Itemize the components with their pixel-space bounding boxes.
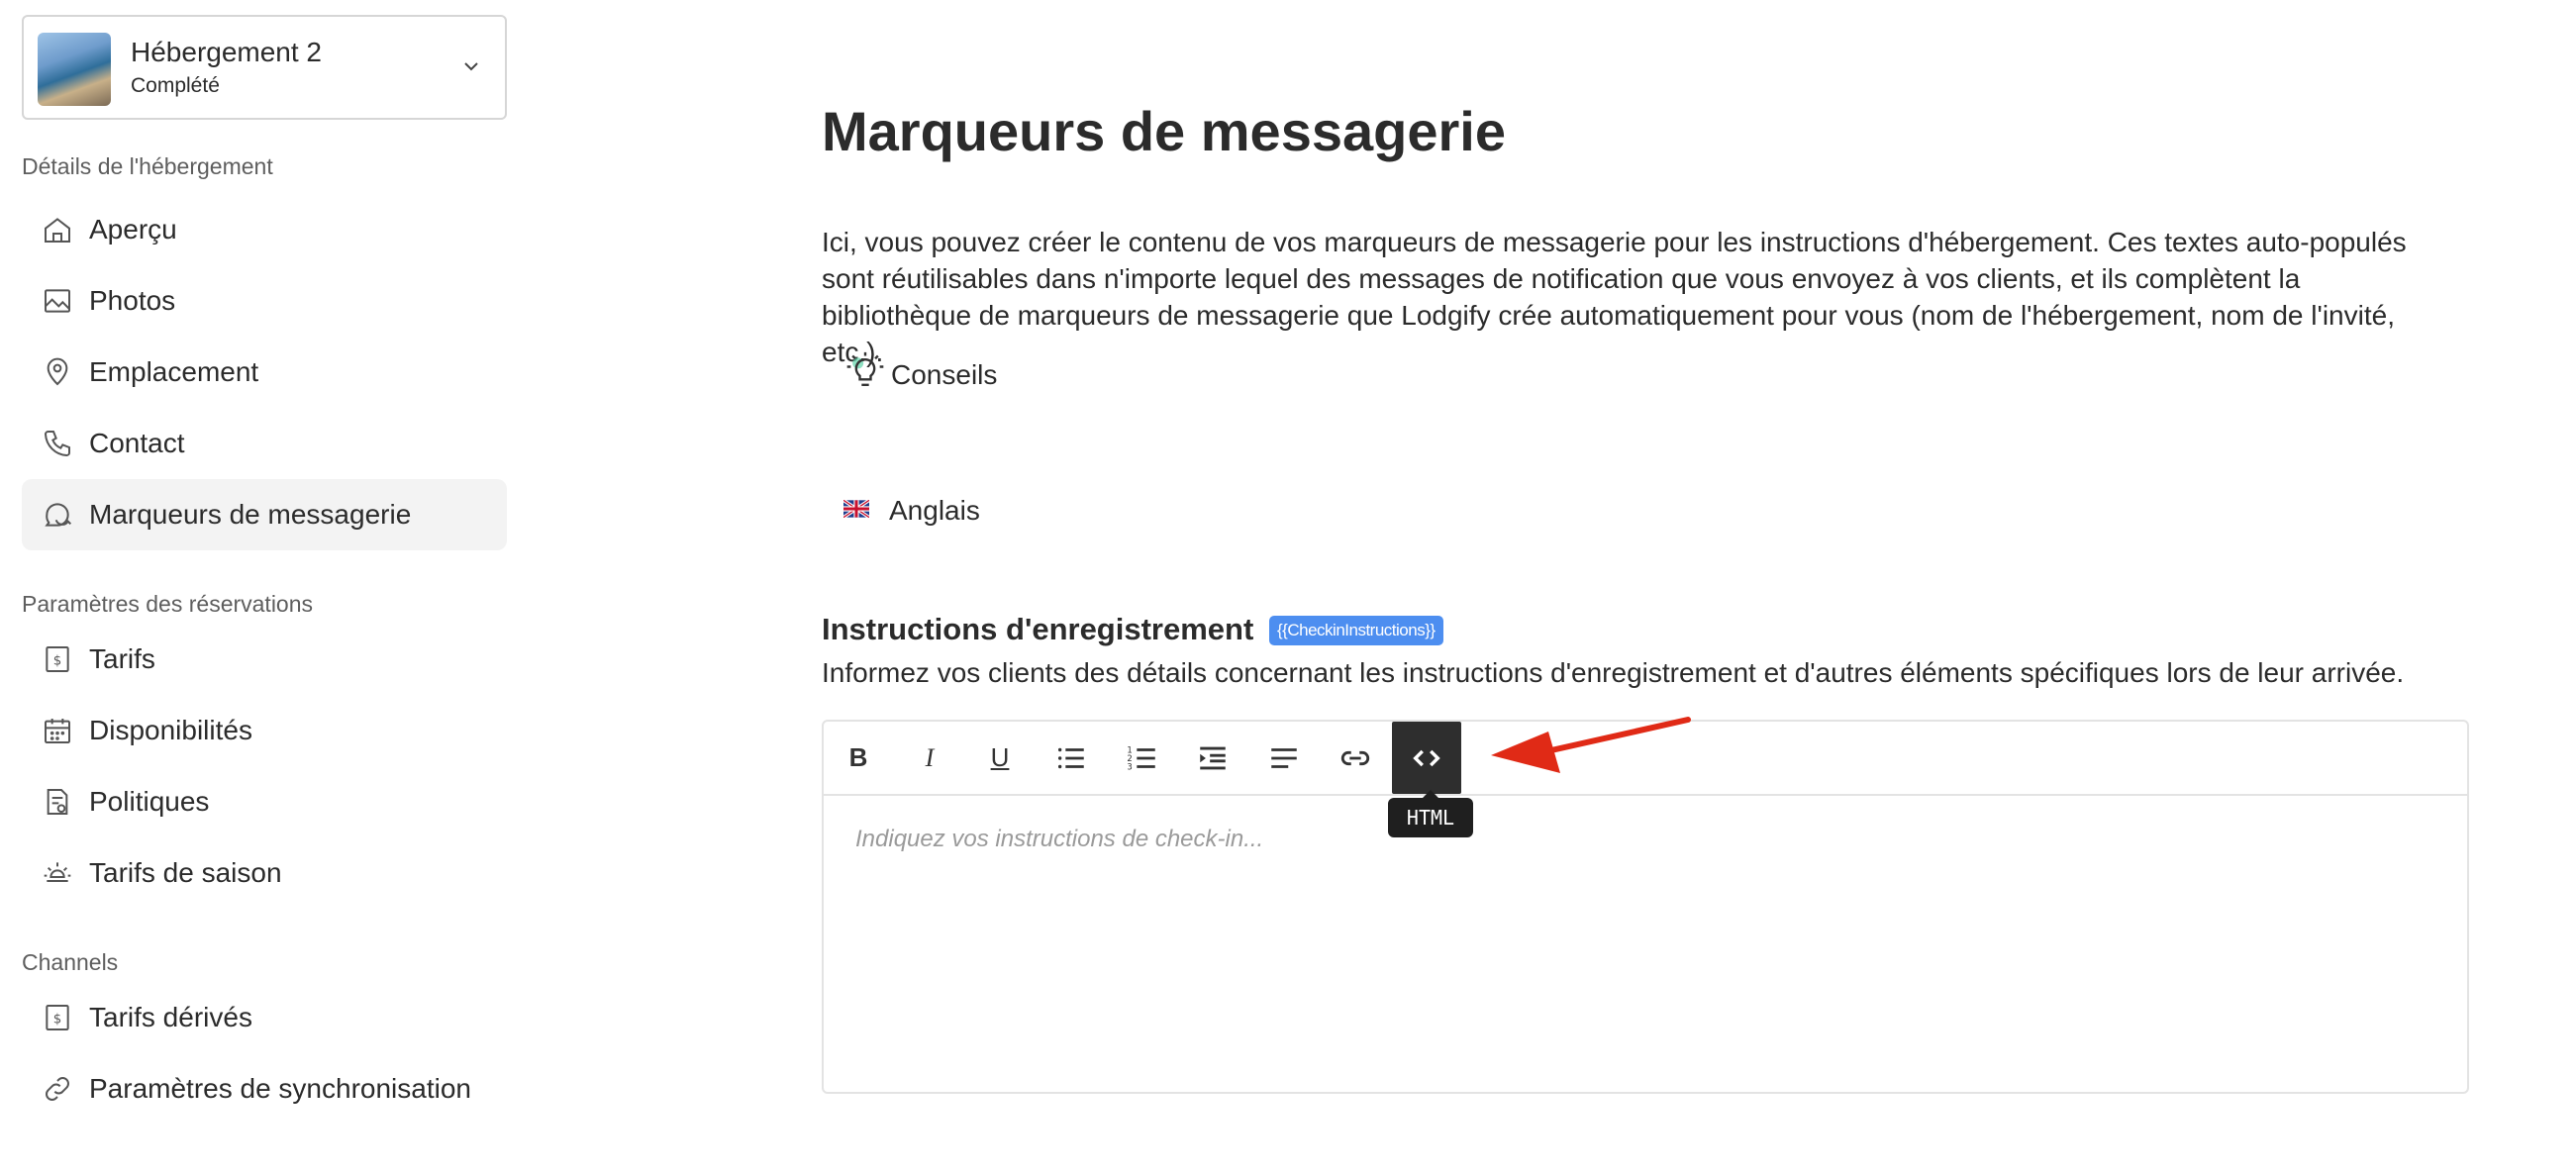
sidebar-item-location[interactable]: Emplacement <box>22 337 507 408</box>
property-selector[interactable]: Hébergement 2 Complété <box>22 15 507 120</box>
sidebar-item-label: Paramètres de synchronisation <box>89 1073 471 1104</box>
section-label-booking-settings: Paramètres des réservations <box>22 591 314 617</box>
sun-icon <box>40 855 75 891</box>
sidebar-item-policies[interactable]: Politiques <box>22 766 507 837</box>
sidebar-item-label: Politiques <box>89 786 210 817</box>
align-left-icon <box>1271 747 1297 768</box>
bold-icon: B <box>848 742 868 772</box>
checkin-marker-tag: {{CheckinInstructions}} <box>1269 616 1443 645</box>
sidebar-item-label: Marqueurs de messagerie <box>89 499 412 530</box>
link-icon <box>1340 750 1370 765</box>
sidebar-item-label: Contact <box>89 428 185 458</box>
link-icon <box>40 1071 75 1107</box>
editor-placeholder: Indiquez vos instructions de check-in... <box>855 826 1264 852</box>
calendar-icon <box>40 713 75 748</box>
tips-toggle[interactable]: Conseils <box>843 350 997 399</box>
sidebar-item-label: Tarifs dérivés <box>89 1002 252 1032</box>
sidebar-item-messaging-markers[interactable]: Marqueurs de messagerie <box>22 479 507 550</box>
sidebar-item-label: Photos <box>89 285 176 316</box>
svg-text:$: $ <box>53 1012 61 1027</box>
chat-icon <box>40 497 75 533</box>
html-source-button[interactable] <box>1392 722 1461 794</box>
html-tooltip: HTML <box>1388 798 1473 837</box>
sidebar-item-contact[interactable]: Contact <box>22 408 507 479</box>
property-status: Complété <box>131 74 220 97</box>
numbered-list-button[interactable]: 123 <box>1108 722 1177 794</box>
sidebar-item-label: Aperçu <box>89 214 177 245</box>
underline-icon: U <box>990 742 1010 772</box>
italic-button[interactable]: I <box>895 722 964 794</box>
home-icon <box>40 212 75 247</box>
sidebar-item-label: Disponibilités <box>89 715 252 745</box>
uk-flag-icon <box>842 498 870 523</box>
page-title: Marqueurs de messagerie <box>822 100 1506 162</box>
link-button[interactable] <box>1321 722 1390 794</box>
italic-icon: I <box>925 742 935 772</box>
map-pin-icon <box>40 354 75 390</box>
code-icon <box>1413 749 1440 766</box>
svg-text:3: 3 <box>1127 762 1132 772</box>
tips-label: Conseils <box>891 358 998 390</box>
checkin-section-title: Instructions d'enregistrement <box>822 612 1254 646</box>
price-icon: $ <box>40 641 75 677</box>
property-thumbnail <box>38 33 111 106</box>
bullet-list-button[interactable] <box>1037 722 1106 794</box>
bullet-list-icon <box>1057 747 1084 768</box>
section-label-channels: Channels <box>22 949 119 975</box>
sidebar-item-photos[interactable]: Photos <box>22 265 507 337</box>
underline-button[interactable]: U <box>965 722 1035 794</box>
align-button[interactable] <box>1249 722 1319 794</box>
image-icon <box>40 283 75 319</box>
indent-icon <box>1200 746 1226 769</box>
sidebar-item-rates[interactable]: $ Tarifs <box>22 624 507 695</box>
sidebar-item-label: Tarifs <box>89 643 155 674</box>
sidebar-item-sync-settings[interactable]: Paramètres de synchronisation <box>22 1053 507 1125</box>
section-label-property-details: Détails de l'hébergement <box>22 153 273 179</box>
intro-text: Ici, vous pouvez créer le contenu de vos… <box>822 227 2407 367</box>
indent-button[interactable] <box>1178 722 1247 794</box>
language-label: Anglais <box>889 495 980 526</box>
policy-icon <box>40 784 75 820</box>
sidebar-item-availability[interactable]: Disponibilités <box>22 695 507 766</box>
chevron-down-icon <box>464 62 478 71</box>
checkin-description: Informez vos clients des détails concern… <box>822 657 2405 688</box>
annotation-arrow <box>1491 717 1691 773</box>
lightbulb-icon <box>843 350 887 399</box>
sidebar-item-label: Emplacement <box>89 356 259 387</box>
property-name: Hébergement 2 <box>131 37 323 67</box>
sidebar-item-overview[interactable]: Aperçu <box>22 194 507 265</box>
numbered-list-icon: 123 <box>1127 745 1155 772</box>
price-icon: $ <box>40 1000 75 1035</box>
sidebar-item-derived-rates[interactable]: $ Tarifs dérivés <box>22 982 507 1053</box>
language-selector[interactable]: Anglais <box>842 495 980 527</box>
svg-text:$: $ <box>53 653 61 668</box>
sidebar-item-label: Tarifs de saison <box>89 857 282 888</box>
bold-button[interactable]: B <box>824 722 893 794</box>
phone-icon <box>40 426 75 461</box>
sidebar-item-seasonal-rates[interactable]: Tarifs de saison <box>22 837 507 909</box>
